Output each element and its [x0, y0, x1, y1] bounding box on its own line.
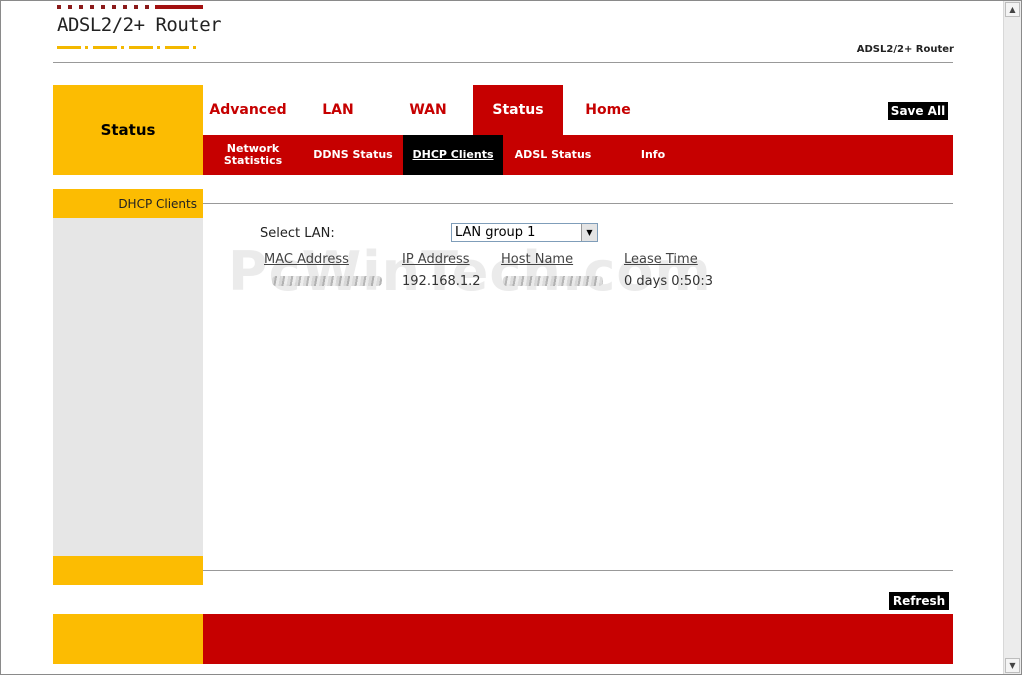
section-title: Status: [53, 85, 203, 175]
header-divider: [53, 62, 953, 63]
subnav-info[interactable]: Info: [603, 135, 703, 175]
watermark: PcWinTech.com: [228, 240, 712, 303]
tab-wan[interactable]: WAN: [383, 85, 473, 135]
logo-bottom-stripe: [57, 46, 197, 49]
content-top-divider: [203, 203, 953, 204]
tab-lan[interactable]: LAN: [293, 85, 383, 135]
tab-status[interactable]: Status: [473, 85, 563, 135]
content-bottom-divider: [203, 570, 953, 571]
table-row-lease: 0 days 0:50:3: [624, 274, 714, 289]
column-header-mac: MAC Address: [264, 252, 349, 267]
column-header-lease: Lease Time: [624, 252, 698, 267]
subnav-network-statistics[interactable]: Network Statistics: [203, 135, 303, 175]
lan-group-select-value: LAN group 1: [455, 225, 536, 240]
footer-left-block: [53, 614, 203, 664]
logo-top-stripe: [57, 5, 203, 9]
left-panel-title: DHCP Clients: [53, 189, 203, 218]
logo: ADSL2/2+ Router: [57, 14, 222, 36]
vertical-scrollbar[interactable]: ▲ ▼: [1003, 1, 1021, 674]
table-row-mac-redacted: [272, 276, 382, 286]
subnav-dhcp-clients[interactable]: DHCP Clients: [403, 135, 503, 175]
table-row-ip: 192.168.1.2: [402, 274, 481, 289]
lan-group-select[interactable]: LAN group 1 ▼: [451, 223, 598, 242]
footer-right-block: [203, 614, 953, 664]
subnav-adsl-status[interactable]: ADSL Status: [503, 135, 603, 175]
column-header-ip: IP Address: [402, 252, 470, 267]
scroll-up-arrow-icon[interactable]: ▲: [1005, 2, 1020, 17]
left-panel-body: [53, 218, 203, 556]
subnav-network-statistics-label: Network Statistics: [223, 142, 283, 167]
select-lan-label: Select LAN:: [260, 226, 335, 241]
refresh-button[interactable]: Refresh: [888, 591, 950, 611]
header-product-title: ADSL2/2+ Router: [856, 44, 954, 55]
subnav-ddns-status[interactable]: DDNS Status: [303, 135, 403, 175]
column-header-host: Host Name: [501, 252, 574, 267]
sub-navigation: Network Statistics DDNS Status DHCP Clie…: [203, 135, 953, 175]
tab-advanced[interactable]: Advanced: [203, 85, 293, 135]
main-tabs: Advanced LAN WAN Status Home: [203, 85, 653, 135]
table-row-host-redacted: [503, 276, 603, 286]
save-all-button[interactable]: Save All: [887, 101, 949, 121]
scroll-down-arrow-icon[interactable]: ▼: [1005, 658, 1020, 673]
tab-home[interactable]: Home: [563, 85, 653, 135]
chevron-down-icon[interactable]: ▼: [581, 224, 597, 241]
left-panel-footer: [53, 556, 203, 585]
